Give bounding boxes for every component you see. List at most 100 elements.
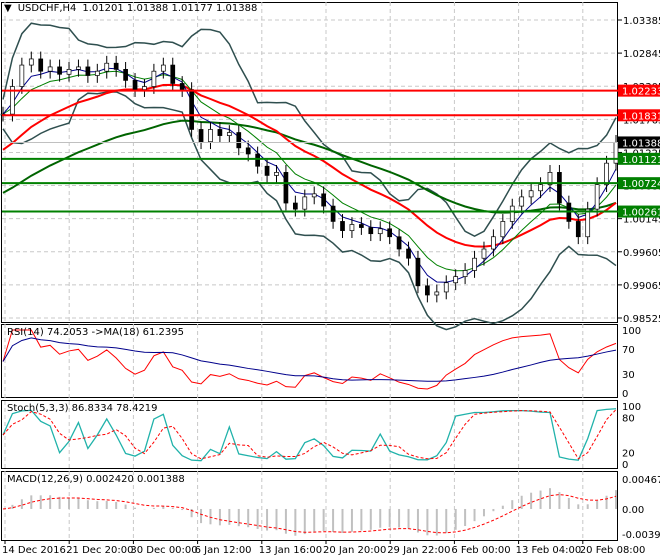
level-label: 1.02233 [622, 87, 660, 98]
symbol-label: USDCHF,H4 [17, 3, 77, 14]
candle-body [500, 221, 506, 238]
candle-body [189, 89, 194, 130]
candle-body [226, 132, 232, 136]
candle-body [85, 66, 91, 76]
candle-body [528, 190, 534, 198]
time-tick-label: 21 Dec 20:00 [66, 545, 133, 556]
candle-body [368, 227, 374, 235]
rsi-axis-label: 30 [622, 370, 635, 381]
candle-body [179, 83, 185, 90]
stoch-axis-label: 100 [622, 402, 641, 413]
price-tick-label: 1.02845 [623, 49, 660, 60]
candle-body [349, 224, 355, 231]
dropdown-triangle-icon[interactable]: ▼ [4, 3, 12, 14]
price-tick-label: 0.98525 [623, 314, 660, 325]
candle-body [594, 184, 600, 210]
time-tick-label: 13 Jan 16:00 [259, 545, 322, 556]
candle-body [481, 248, 487, 259]
level-label: 1.00261 [622, 208, 660, 219]
macd-axis-label: 0.004671 [622, 475, 660, 486]
time-tick-label: 14 Dec 2016 [2, 545, 66, 556]
candle-body [38, 58, 44, 72]
rsi-axis-label: 100 [622, 326, 641, 337]
candle-body [443, 282, 449, 293]
candle-body [236, 132, 242, 149]
candle-body [113, 62, 119, 70]
candle-body [208, 129, 213, 143]
time-tick-label: 20 Jan 20:00 [323, 545, 386, 556]
ohlc-values: 1.01201 1.01388 1.01177 1.01388 [82, 3, 258, 14]
bollinger-upper [2, 22, 617, 238]
candle-body [123, 69, 128, 81]
candle-body [198, 129, 204, 143]
candle-body [311, 193, 317, 198]
candle-body [76, 66, 81, 70]
rsi-axis-label: 0 [622, 389, 628, 400]
level-label: 1.00724 [622, 179, 660, 190]
time-tick-label: 13 Feb 04:00 [516, 545, 582, 556]
candle-body [585, 208, 591, 238]
candle-body [538, 184, 543, 192]
candle-body [330, 205, 336, 222]
candle-body [151, 70, 157, 87]
level-label: 1.01121 [622, 155, 660, 166]
stoch-axis-label: 20 [622, 448, 635, 459]
candle-body [283, 172, 289, 204]
candle-body [519, 196, 525, 207]
current-price-label: 1.01388 [622, 138, 660, 149]
candle-body [293, 202, 298, 210]
price-tick-label: 0.99605 [623, 248, 660, 259]
candle-body [47, 66, 53, 72]
candle-body [160, 64, 166, 72]
candle-body [472, 257, 477, 271]
candle-body [557, 172, 562, 204]
macd-axis-label: 0.00 [622, 505, 644, 516]
time-tick-label: 20 Feb 08:00 [580, 545, 646, 556]
candle-body [302, 196, 308, 210]
candle-body [462, 270, 468, 277]
price-tick-label: 1.03385 [623, 16, 660, 27]
candle-body [274, 172, 279, 176]
candle-body [245, 147, 251, 155]
candle-body [425, 285, 430, 296]
candle-body [104, 62, 110, 72]
candle-body [57, 66, 62, 75]
candle-body [359, 224, 364, 228]
stoch-axis-label: 80 [622, 414, 635, 425]
time-tick-label: 6 Jan 12:00 [195, 545, 252, 556]
candle-body [170, 64, 176, 84]
stoch-axis-label: 0 [622, 460, 628, 471]
time-tick-label: 30 Dec 00:00 [130, 545, 197, 556]
macd-axis-label: -0.0039 [622, 530, 660, 541]
macd-signal-line [2, 494, 617, 534]
ma-slow-line [2, 83, 617, 248]
candle-body [94, 70, 100, 76]
candle-body [434, 291, 440, 296]
candle-body [28, 58, 34, 66]
candle-body [453, 276, 459, 284]
candle-body [613, 141, 619, 164]
candle-body [387, 228, 393, 238]
candle-body [255, 153, 260, 167]
candle-body [575, 221, 581, 238]
level-label: 1.01831 [622, 111, 660, 122]
main-pane-border [1, 2, 618, 323]
candle-body [491, 236, 496, 250]
candle-body [604, 162, 609, 185]
candle-body [66, 69, 72, 75]
candle-body [217, 129, 223, 136]
price-tick-label: 0.99065 [623, 281, 660, 292]
macd-label: MACD(12,26,9) 0.002420 0.001388 [7, 474, 185, 485]
rsi-ma-line [2, 337, 617, 382]
candle-body [142, 86, 147, 90]
candle-body [264, 165, 270, 176]
candle-body [321, 193, 326, 207]
ma-mid-line [2, 70, 617, 272]
chart-header: ▼ USDCHF,H4 1.01201 1.01388 1.01177 1.01… [4, 3, 258, 14]
ma-fast-line [2, 67, 617, 283]
candle-body [415, 257, 421, 287]
stoch-main-line [2, 408, 617, 462]
candle-body [19, 64, 25, 87]
rsi-label: RSI(14) 74.2053 ->MA(18) 61.2395 [7, 327, 184, 338]
candle-body [132, 80, 138, 90]
